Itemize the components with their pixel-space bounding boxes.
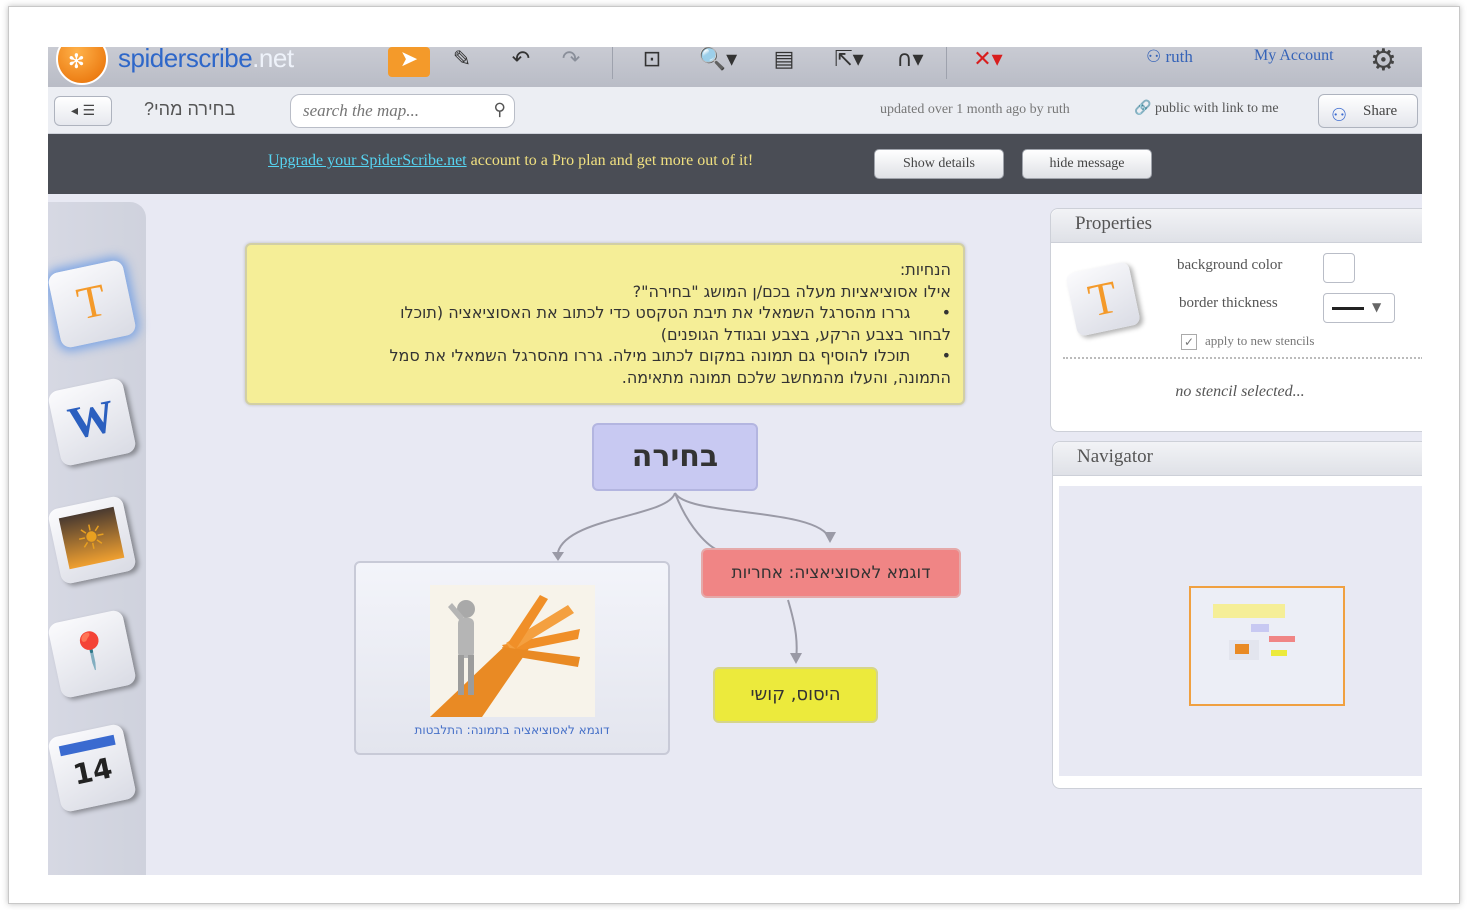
note-line: אילו אסוציאציות מעלה בכם/ן המושג "בחירה"… — [632, 281, 951, 301]
person-at-crossroads-icon — [430, 595, 580, 717]
no-stencil-message: no stencil selected... — [1175, 383, 1305, 400]
border-thickness-label: border thickness — [1179, 295, 1278, 311]
border-line-preview — [1332, 307, 1364, 310]
properties-panel: Properties T background color border thi… — [1050, 208, 1422, 432]
responsibility-node[interactable]: דוגמא לאסוציאציה: אחריות — [701, 548, 961, 598]
note-line: • תוכלו להוסיף גם תמונה במקום לכתוב מילה… — [389, 346, 951, 365]
note-line: • גררו מהסרגל השמאלי את תיבת הטקסט כדי ל… — [400, 303, 951, 322]
text-stencil-preview-icon: T — [1065, 261, 1141, 337]
navigator-title[interactable]: Navigator — [1053, 442, 1422, 476]
note-line: התמונה, והעלו מהמחשב שלכם תמונה מתאימה. — [621, 367, 951, 387]
app-window: ✻ spiderscribe.net ➤ ✎ ↶ ↷ ⊡ 🔍▾ ▤ ⇱▾ ∩▾ … — [48, 47, 1422, 875]
connector-to-yellow — [787, 599, 798, 662]
properties-title[interactable]: Properties — [1051, 209, 1422, 243]
dilemma-image — [430, 585, 595, 717]
checkbox-check-icon: ✓ — [1181, 334, 1197, 351]
image-node[interactable]: דוגמא לאסוציאציה בתמונה: התלבטות — [354, 561, 670, 755]
minimap-preview — [1213, 604, 1295, 660]
connector-to-red — [674, 492, 721, 552]
chevron-down-icon: ▼ — [1372, 300, 1382, 314]
arrow-head — [552, 552, 564, 561]
navigator-panel: Navigator — [1052, 441, 1422, 789]
note-line: הנחיות: — [899, 260, 951, 279]
image-caption: דוגמא לאסוציאציה בתמונה: התלבטות — [414, 723, 610, 737]
background-color-label: background color — [1177, 257, 1283, 273]
arrow-head — [824, 532, 836, 543]
note-line: לבחור בצבע הרקע, בצבע ובגודל הגופנים) — [660, 324, 951, 344]
central-node[interactable]: בחירה — [592, 423, 758, 491]
divider — [1063, 357, 1422, 359]
hesitation-node[interactable]: היסוס, קושי — [713, 667, 878, 723]
border-thickness-select[interactable]: ▼ — [1323, 293, 1395, 323]
apply-label: apply to new stencils — [1205, 333, 1315, 348]
connector-to-hidden — [674, 492, 831, 540]
apply-to-new-stencils-checkbox[interactable]: ✓ apply to new stencils — [1181, 333, 1315, 351]
connector-to-image — [557, 492, 676, 553]
arrow-head — [790, 653, 802, 664]
navigator-viewport[interactable] — [1189, 586, 1345, 706]
instructions-note[interactable]: הנחיות: אילו אסוציאציות מעלה בכם/ן המושג… — [245, 243, 965, 405]
navigator-canvas[interactable] — [1059, 486, 1422, 776]
background-color-picker[interactable] — [1323, 253, 1355, 283]
